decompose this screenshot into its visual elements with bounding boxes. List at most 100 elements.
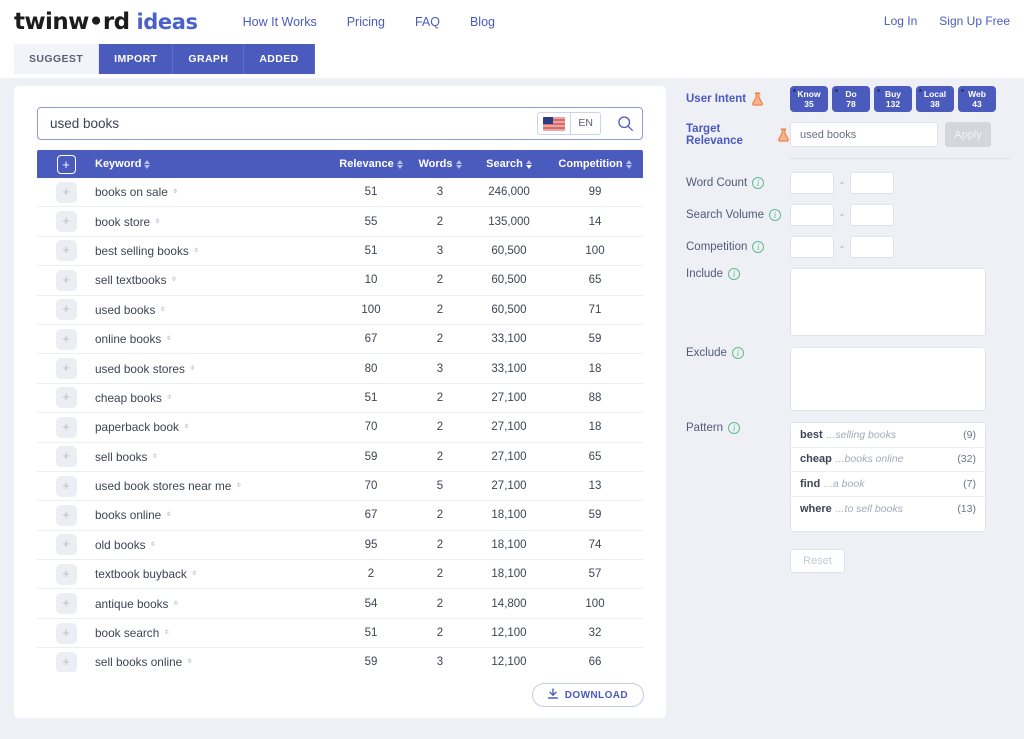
plus-icon[interactable]: + xyxy=(55,416,77,438)
plus-icon[interactable]: + xyxy=(55,622,77,644)
plus-icon[interactable]: + xyxy=(55,181,77,203)
word-count-max-input[interactable] xyxy=(849,172,894,194)
external-link-icon[interactable]: ⌽ xyxy=(184,421,189,430)
external-link-icon[interactable]: ⌽ xyxy=(190,363,195,372)
external-link-icon[interactable]: ⌽ xyxy=(187,656,192,665)
target-relevance-input[interactable] xyxy=(790,122,938,147)
plus-icon[interactable]: + xyxy=(55,211,77,233)
plus-icon[interactable]: + xyxy=(55,269,77,291)
sort-toggle-keyword[interactable] xyxy=(144,159,151,169)
plus-icon[interactable]: + xyxy=(55,563,77,585)
plus-icon[interactable]: + xyxy=(55,475,77,497)
table-row[interactable]: + cheap books ⌽ 51 2 27,100 88 xyxy=(37,383,643,414)
search-icon[interactable] xyxy=(608,108,642,139)
column-header-competition[interactable]: Competition xyxy=(547,158,643,170)
external-link-icon[interactable]: ⌽ xyxy=(171,274,176,283)
intent-badge-local[interactable]: Local 38 xyxy=(916,86,954,112)
intent-badge-web[interactable]: Web 43 xyxy=(958,86,996,112)
nav-link-pricing[interactable]: Pricing xyxy=(347,15,385,29)
table-row[interactable]: + textbook buyback ⌽ 2 2 18,100 57 xyxy=(37,560,643,590)
intent-badge-know[interactable]: Know 35 xyxy=(790,86,828,112)
info-icon[interactable]: i xyxy=(752,241,765,253)
plus-icon[interactable]: + xyxy=(55,299,77,321)
info-icon[interactable]: i xyxy=(731,347,744,359)
column-header-relevance[interactable]: Relevance xyxy=(333,158,409,170)
nav-link-how-it-works[interactable]: How It Works xyxy=(243,15,317,29)
pattern-item[interactable]: find ...a book (7) xyxy=(791,472,985,497)
plus-icon[interactable]: + xyxy=(55,240,77,262)
competition-min-input[interactable] xyxy=(790,236,834,258)
plus-icon[interactable]: + xyxy=(55,651,77,673)
intent-badge-buy[interactable]: Buy 132 xyxy=(874,86,912,112)
table-row[interactable]: + book store ⌽ 55 2 135,000 14 xyxy=(37,207,643,237)
table-body[interactable]: + books on sale ⌽ 51 3 246,000 99 + book store ⌽ 5… xyxy=(37,178,643,706)
table-row[interactable]: + old books ⌽ 95 2 18,100 74 xyxy=(37,530,643,561)
table-row[interactable]: + online books ⌽ 67 2 33,100 59 xyxy=(37,324,643,355)
info-icon[interactable]: i xyxy=(769,209,781,221)
external-link-icon[interactable]: ⌽ xyxy=(152,451,157,460)
search-input[interactable] xyxy=(38,108,538,139)
external-link-icon[interactable]: ⌽ xyxy=(173,186,178,195)
table-row[interactable]: + books online ⌽ 67 2 18,100 59 xyxy=(37,501,643,531)
plus-icon[interactable]: + xyxy=(55,328,77,350)
table-row[interactable]: + books on sale ⌽ 51 3 246,000 99 xyxy=(37,178,643,208)
exclude-textarea[interactable] xyxy=(790,347,986,411)
tab-graph[interactable]: GRAPH xyxy=(173,44,245,74)
login-link[interactable]: Log In xyxy=(884,14,917,28)
apply-button[interactable]: Apply xyxy=(945,122,991,147)
external-link-icon[interactable]: ⌽ xyxy=(194,245,199,254)
intent-badge-do[interactable]: Do 78 xyxy=(832,86,870,112)
external-link-icon[interactable]: ⌽ xyxy=(151,539,156,548)
table-row[interactable]: + sell books ⌽ 59 2 27,100 65 xyxy=(37,442,643,472)
tab-suggest[interactable]: SUGGEST xyxy=(14,44,100,74)
include-textarea[interactable] xyxy=(790,268,986,336)
pattern-item[interactable]: where ...to sell books (13) xyxy=(791,497,985,522)
external-link-icon[interactable]: ⌽ xyxy=(166,333,171,342)
info-icon[interactable]: i xyxy=(752,177,765,189)
plus-in-box-icon[interactable]: + xyxy=(56,154,76,174)
tab-import[interactable]: IMPORT xyxy=(99,44,174,74)
external-link-icon[interactable]: ⌽ xyxy=(236,480,241,489)
table-row[interactable]: + used books ⌽ 100 2 60,500 71 xyxy=(37,295,643,325)
sort-toggle-search[interactable] xyxy=(525,159,532,169)
info-icon[interactable]: i xyxy=(728,268,741,280)
search-volume-min-input[interactable] xyxy=(790,204,834,226)
external-link-icon[interactable]: ⌽ xyxy=(167,392,172,401)
external-link-icon[interactable]: ⌽ xyxy=(160,304,165,313)
table-row[interactable]: + paperback book ⌽ 70 2 27,100 18 xyxy=(37,413,643,443)
nav-link-faq[interactable]: FAQ xyxy=(415,15,440,29)
competition-max-input[interactable] xyxy=(849,236,894,258)
sort-toggle-relevance[interactable] xyxy=(396,159,403,169)
column-header-words[interactable]: Words xyxy=(409,158,471,170)
external-link-icon[interactable]: ⌽ xyxy=(164,627,169,636)
tab-added[interactable]: ADDED xyxy=(244,44,315,74)
plus-icon[interactable]: + xyxy=(55,593,77,615)
brand-logo[interactable]: twinw•rd ideas xyxy=(14,9,198,35)
table-row[interactable]: + used book stores ⌽ 80 3 33,100 18 xyxy=(37,354,643,384)
search-volume-max-input[interactable] xyxy=(849,204,894,226)
external-link-icon[interactable]: ⌽ xyxy=(166,509,171,518)
plus-icon[interactable]: + xyxy=(55,446,77,468)
table-row[interactable]: + antique books ⌽ 54 2 14,800 100 xyxy=(37,589,643,619)
external-link-icon[interactable]: ⌽ xyxy=(192,568,197,577)
table-row[interactable]: + sell textbooks ⌽ 10 2 60,500 65 xyxy=(37,266,643,296)
column-header-keyword[interactable]: Keyword xyxy=(95,158,333,170)
plus-icon[interactable]: + xyxy=(55,387,77,409)
reset-button[interactable]: Reset xyxy=(790,549,845,573)
external-link-icon[interactable]: ⌽ xyxy=(155,216,160,225)
pattern-item[interactable]: cheap ...books online (32) xyxy=(791,448,985,472)
info-icon[interactable]: i xyxy=(728,422,741,434)
table-row[interactable]: + used book stores near me ⌽ 70 5 27,100 13 xyxy=(37,471,643,502)
plus-icon[interactable]: + xyxy=(55,534,77,556)
sort-toggle-words[interactable] xyxy=(455,159,462,169)
download-button[interactable]: DOWNLOAD xyxy=(531,683,644,707)
table-row[interactable]: + book search ⌽ 51 2 12,100 32 xyxy=(37,618,643,649)
signup-link[interactable]: Sign Up Free xyxy=(939,14,1010,28)
word-count-min-input[interactable] xyxy=(790,172,834,194)
table-row[interactable]: + best selling books ⌽ 51 3 60,500 100 xyxy=(37,236,643,267)
nav-link-blog[interactable]: Blog xyxy=(470,15,495,29)
language-selector[interactable]: EN xyxy=(537,112,601,135)
plus-icon[interactable]: + xyxy=(55,504,77,526)
pattern-item[interactable]: best ...selling books (9) xyxy=(791,423,985,448)
plus-icon[interactable]: + xyxy=(55,358,77,380)
